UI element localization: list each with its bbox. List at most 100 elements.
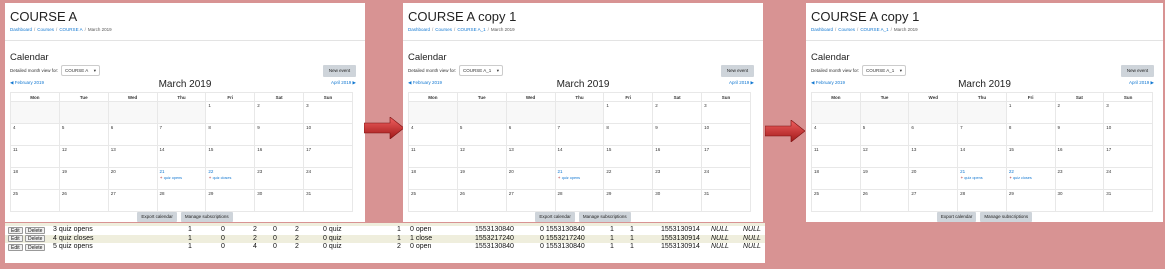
- course-select[interactable]: COURSE A_1 ▾: [459, 65, 503, 76]
- new-event-button[interactable]: New event: [721, 65, 754, 77]
- calendar-day-cell[interactable]: 21 ✦quiz opens: [554, 167, 605, 190]
- calendar-day-cell[interactable]: 13: [107, 145, 158, 168]
- delete-button[interactable]: Delete: [25, 226, 46, 234]
- manage-subscriptions-button[interactable]: Manage subscriptions: [180, 212, 233, 222]
- calendar-day-cell[interactable]: 5: [58, 123, 109, 146]
- calendar-day-cell[interactable]: 6: [908, 123, 959, 146]
- calendar-day-cell[interactable]: 19: [58, 167, 109, 190]
- calendar-day-cell[interactable]: 29: [205, 189, 256, 212]
- export-calendar-button[interactable]: Export calendar: [137, 212, 177, 222]
- calendar-day-cell[interactable]: 26: [58, 189, 109, 212]
- calendar-day-cell[interactable]: 22 ✦quiz closes: [205, 167, 256, 190]
- calendar-day-cell[interactable]: 31: [303, 189, 353, 212]
- calendar-day-cell[interactable]: 12: [456, 145, 507, 168]
- calendar-day-cell[interactable]: 22 ✦quiz closes: [1005, 167, 1056, 190]
- breadcrumb-dashboard[interactable]: Dashboard: [408, 27, 430, 32]
- edit-button[interactable]: Edit: [8, 235, 23, 242]
- calendar-day-cell[interactable]: 2: [254, 101, 305, 124]
- calendar-day-cell[interactable]: 28: [554, 189, 605, 212]
- calendar-day-cell[interactable]: 14: [156, 145, 207, 168]
- calendar-event-link[interactable]: ✦quiz opens: [558, 175, 602, 180]
- calendar-day-cell[interactable]: 10: [701, 123, 751, 146]
- calendar-day-cell[interactable]: 9: [1054, 123, 1105, 146]
- calendar-day-cell[interactable]: 1: [603, 101, 654, 124]
- calendar-day-cell[interactable]: 16: [652, 145, 703, 168]
- edit-button[interactable]: Edit: [8, 226, 23, 234]
- calendar-day-cell[interactable]: 2: [652, 101, 703, 124]
- next-month-link[interactable]: April 2019 ▶: [1129, 80, 1154, 86]
- edit-button[interactable]: Edit: [8, 243, 23, 251]
- calendar-day-cell[interactable]: 5: [456, 123, 507, 146]
- calendar-day-cell[interactable]: 18: [811, 167, 861, 190]
- calendar-day-cell[interactable]: 8: [205, 123, 256, 146]
- calendar-day-cell[interactable]: 16: [254, 145, 305, 168]
- calendar-day-cell[interactable]: 30: [1054, 189, 1105, 212]
- calendar-day-cell[interactable]: 3: [303, 101, 353, 124]
- calendar-day-cell[interactable]: 17: [303, 145, 353, 168]
- calendar-event-link[interactable]: ✦quiz closes: [208, 175, 252, 180]
- calendar-day-cell[interactable]: 27: [908, 189, 959, 212]
- calendar-day-cell[interactable]: 20: [505, 167, 556, 190]
- calendar-day-cell[interactable]: 3: [1103, 101, 1153, 124]
- calendar-day-cell[interactable]: 1: [1005, 101, 1056, 124]
- calendar-event-link[interactable]: ✦quiz closes: [1009, 175, 1053, 180]
- calendar-day-cell[interactable]: 18: [10, 167, 60, 190]
- calendar-day-cell[interactable]: 10: [303, 123, 353, 146]
- new-event-button[interactable]: New event: [1121, 65, 1154, 77]
- calendar-event-link[interactable]: ✦quiz opens: [160, 175, 204, 180]
- calendar-day-cell[interactable]: 16: [1054, 145, 1105, 168]
- calendar-day-cell[interactable]: 4: [811, 123, 861, 146]
- calendar-day-cell[interactable]: 30: [254, 189, 305, 212]
- calendar-day-cell[interactable]: 19: [456, 167, 507, 190]
- calendar-day-cell[interactable]: 19: [859, 167, 910, 190]
- calendar-day-cell[interactable]: 29: [603, 189, 654, 212]
- calendar-day-cell[interactable]: 9: [254, 123, 305, 146]
- calendar-day-cell[interactable]: 11: [408, 145, 458, 168]
- calendar-day-cell[interactable]: 6: [505, 123, 556, 146]
- next-month-link[interactable]: April 2019 ▶: [729, 80, 754, 86]
- calendar-day-cell[interactable]: 20: [107, 167, 158, 190]
- breadcrumb-dashboard[interactable]: Dashboard: [10, 27, 32, 32]
- calendar-day-cell[interactable]: 31: [1103, 189, 1153, 212]
- breadcrumb-courses[interactable]: Courses: [838, 27, 855, 32]
- calendar-day-cell[interactable]: 22: [603, 167, 654, 190]
- calendar-day-cell[interactable]: 17: [701, 145, 751, 168]
- calendar-day-cell[interactable]: 9: [652, 123, 703, 146]
- new-event-button[interactable]: New event: [323, 65, 356, 77]
- calendar-day-cell[interactable]: 26: [859, 189, 910, 212]
- calendar-day-cell[interactable]: 1: [205, 101, 256, 124]
- calendar-day-cell[interactable]: 15: [1005, 145, 1056, 168]
- calendar-day-cell[interactable]: 23: [1054, 167, 1105, 190]
- calendar-day-cell[interactable]: 5: [859, 123, 910, 146]
- calendar-day-cell[interactable]: 11: [811, 145, 861, 168]
- calendar-day-cell[interactable]: 28: [957, 189, 1007, 212]
- calendar-day-cell[interactable]: 23: [652, 167, 703, 190]
- calendar-day-cell[interactable]: 7: [156, 123, 207, 146]
- calendar-day-cell[interactable]: 13: [908, 145, 959, 168]
- breadcrumb-dashboard[interactable]: Dashboard: [811, 27, 833, 32]
- calendar-day-cell[interactable]: 6: [107, 123, 158, 146]
- calendar-day-cell[interactable]: 8: [603, 123, 654, 146]
- calendar-day-cell[interactable]: 31: [701, 189, 751, 212]
- calendar-event-link[interactable]: ✦quiz opens: [960, 175, 1004, 180]
- calendar-day-cell[interactable]: 2: [1054, 101, 1105, 124]
- calendar-day-cell[interactable]: 4: [10, 123, 60, 146]
- calendar-day-cell[interactable]: 25: [408, 189, 458, 212]
- calendar-day-cell[interactable]: 24: [701, 167, 751, 190]
- calendar-day-cell[interactable]: 4: [408, 123, 458, 146]
- calendar-day-cell[interactable]: 27: [505, 189, 556, 212]
- calendar-day-cell[interactable]: 10: [1103, 123, 1153, 146]
- calendar-day-cell[interactable]: 25: [10, 189, 60, 212]
- calendar-day-cell[interactable]: 24: [303, 167, 353, 190]
- delete-button[interactable]: Delete: [25, 243, 46, 251]
- calendar-day-cell[interactable]: 7: [554, 123, 605, 146]
- calendar-day-cell[interactable]: 23: [254, 167, 305, 190]
- breadcrumb-course[interactable]: COURSE A_1: [860, 27, 888, 32]
- calendar-day-cell[interactable]: 28: [156, 189, 207, 212]
- breadcrumb-course[interactable]: COURSE A: [59, 27, 82, 32]
- calendar-day-cell[interactable]: 15: [603, 145, 654, 168]
- delete-button[interactable]: Delete: [25, 235, 46, 242]
- calendar-day-cell[interactable]: 25: [811, 189, 861, 212]
- calendar-day-cell[interactable]: 30: [652, 189, 703, 212]
- calendar-day-cell[interactable]: 14: [957, 145, 1007, 168]
